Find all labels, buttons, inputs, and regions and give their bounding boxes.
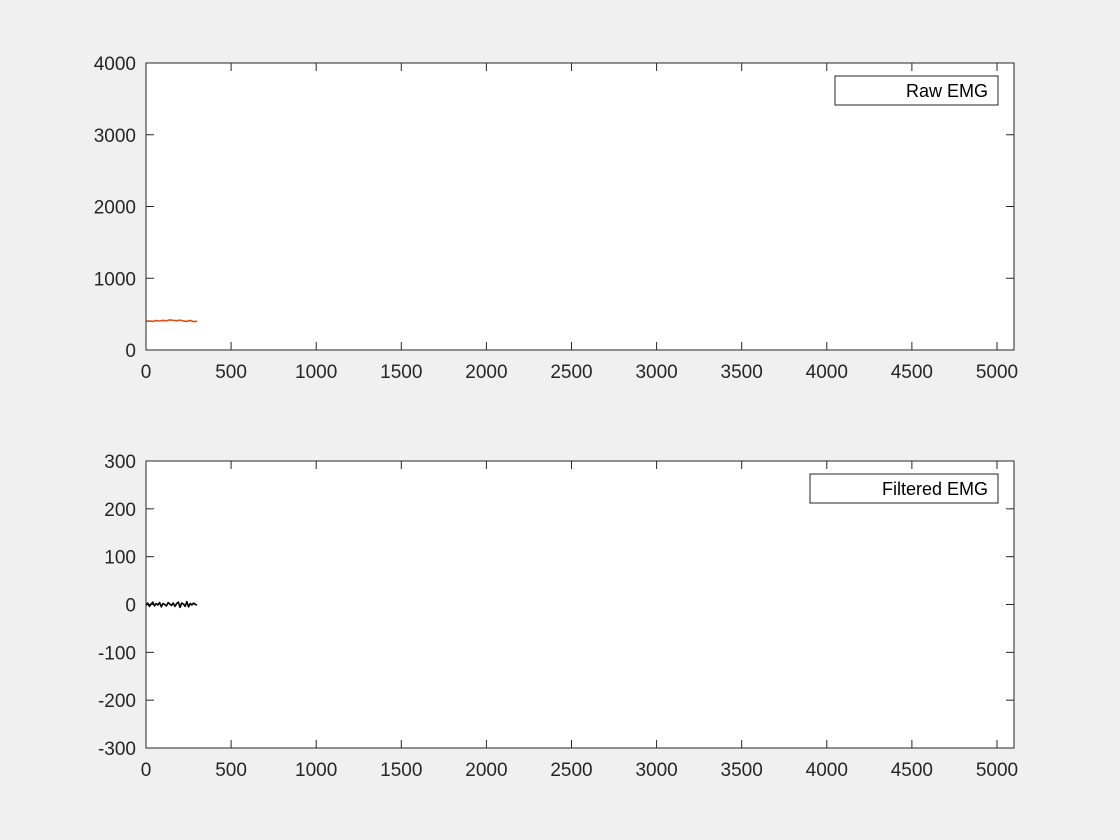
x-tick-label: 4500 xyxy=(891,760,933,781)
x-tick-label: 5000 xyxy=(976,362,1018,383)
x-tick-label: 0 xyxy=(141,760,152,781)
y-tick-label: 0 xyxy=(125,341,136,362)
y-tick-label: 2000 xyxy=(94,198,136,219)
x-tick-label: 1000 xyxy=(295,362,337,383)
x-tick-label: 4000 xyxy=(806,362,848,383)
x-tick-label: 4000 xyxy=(806,760,848,781)
x-tick-label: 5000 xyxy=(976,760,1018,781)
x-tick-label: 1500 xyxy=(380,362,422,383)
y-tick-label: 3000 xyxy=(94,126,136,147)
legend-entry-label: Raw EMG xyxy=(906,81,988,101)
y-tick-label: 1000 xyxy=(94,269,136,290)
x-tick-label: 1000 xyxy=(295,760,337,781)
x-tick-label: 0 xyxy=(141,362,152,383)
x-tick-label: 1500 xyxy=(380,760,422,781)
plot-area xyxy=(146,461,1014,748)
x-tick-label: 3000 xyxy=(635,362,677,383)
x-tick-label: 4500 xyxy=(891,362,933,383)
x-tick-label: 3500 xyxy=(721,760,763,781)
axes-2: 0 500 1000 1500 2000 2500 3000 3500 4000 4500 5000… xyxy=(98,452,1018,781)
x-tick-label: 3500 xyxy=(721,362,763,383)
y-tick-label: 0 xyxy=(125,596,136,617)
x-tick-label: 500 xyxy=(215,760,247,781)
x-tick-label: 500 xyxy=(215,362,247,383)
x-tick-label: 3000 xyxy=(635,760,677,781)
plot-area xyxy=(146,63,1014,350)
chart-svg: 0 500 1000 1500 2000 2500 3000 3500 4000 4500 5000… xyxy=(94,54,1018,781)
figure: 0 500 1000 1500 2000 2500 3000 3500 4000 4500 5000… xyxy=(0,0,1120,840)
y-tick-label: -100 xyxy=(98,643,136,664)
y-tick-label: 4000 xyxy=(94,54,136,75)
x-tick-label: 2500 xyxy=(550,362,592,383)
x-tick-label: 2000 xyxy=(465,760,507,781)
axes-1: 0 500 1000 1500 2000 2500 3000 3500 4000 4500 5000… xyxy=(94,54,1018,383)
y-tick-label: 100 xyxy=(104,548,136,569)
legend-entry-label: Filtered EMG xyxy=(882,479,988,499)
legend: Filtered EMG xyxy=(809,473,999,504)
y-tick-label: 300 xyxy=(104,452,136,473)
legend: Raw EMG xyxy=(834,75,999,106)
x-tick-label: 2000 xyxy=(465,362,507,383)
y-tick-label: 200 xyxy=(104,500,136,521)
y-tick-label: -300 xyxy=(98,739,136,760)
y-tick-label: -200 xyxy=(98,691,136,712)
x-tick-label: 2500 xyxy=(550,760,592,781)
